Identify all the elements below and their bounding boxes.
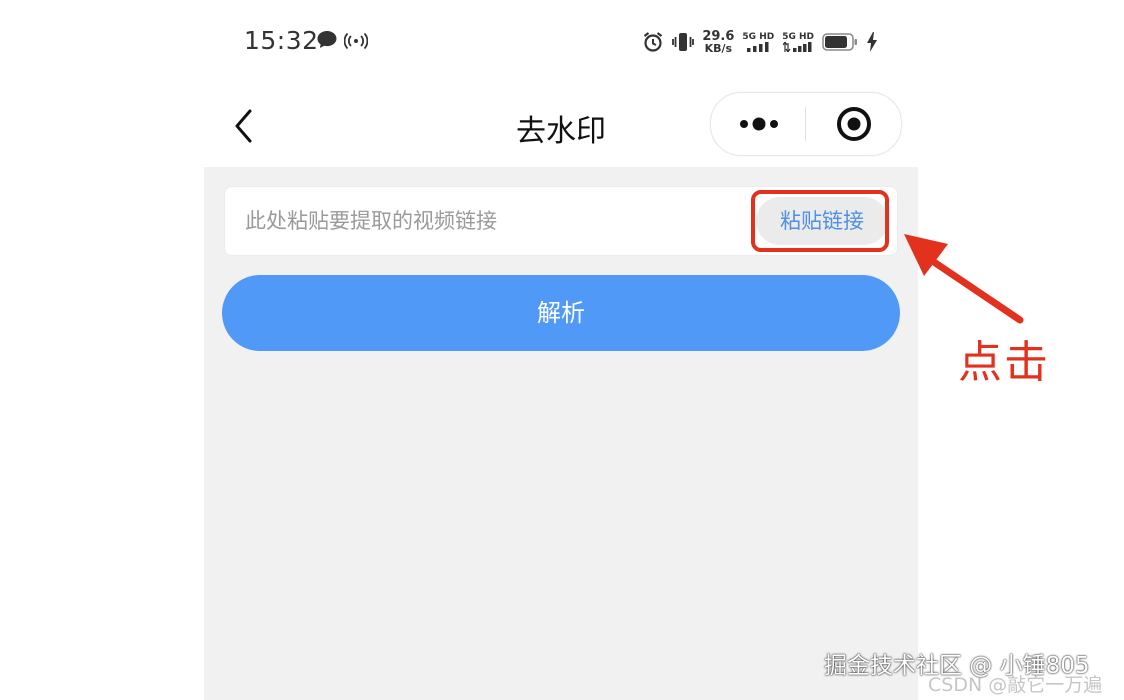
net-speed: 29.6 KB/s [702,30,734,54]
charging-bolt-icon [867,32,877,52]
status-right-group: 29.6 KB/s 5G HD 5G HD [642,28,878,56]
annotation-click-label: 点击 [958,337,1050,388]
alarm-icon [644,32,663,52]
hotspot-signal-icon [344,32,368,49]
sim1-label: 5G HD [742,32,775,42]
more-options-button[interactable] [711,93,805,155]
sim2-signal: 5G HD [782,32,814,52]
annotation-highlight-box [751,190,889,252]
sim1-signal: 5G HD [742,32,774,52]
vibrate-icon [672,33,695,51]
status-bar: 15:32 29.6 KB/s 5G HD 5G HD [204,22,918,62]
annotation-arrow-icon [904,234,1024,324]
content-area: 此处粘贴要提取的视频链接 粘贴链接 解析 [204,167,918,700]
target-circle-icon [837,107,871,141]
more-dots-icon [740,117,778,131]
sim2-label: 5G HD [782,32,814,42]
status-time: 15:32 [244,26,319,55]
sim2-signal-bars-icon [783,42,812,52]
mini-program-capsule [710,92,902,156]
nav-bar: 去水印 [204,90,918,160]
close-mini-program-button[interactable] [806,93,900,155]
chat-bubble-icon [317,31,337,48]
battery-icon [822,33,857,51]
parse-button[interactable]: 解析 [222,275,900,351]
csdn-watermark: CSDN @敲它一万遍 [928,674,1103,696]
video-link-input[interactable]: 此处粘贴要提取的视频链接 [245,205,497,235]
sim1-signal-bars-icon [747,42,769,52]
net-speed-unit: KB/s [704,42,733,55]
